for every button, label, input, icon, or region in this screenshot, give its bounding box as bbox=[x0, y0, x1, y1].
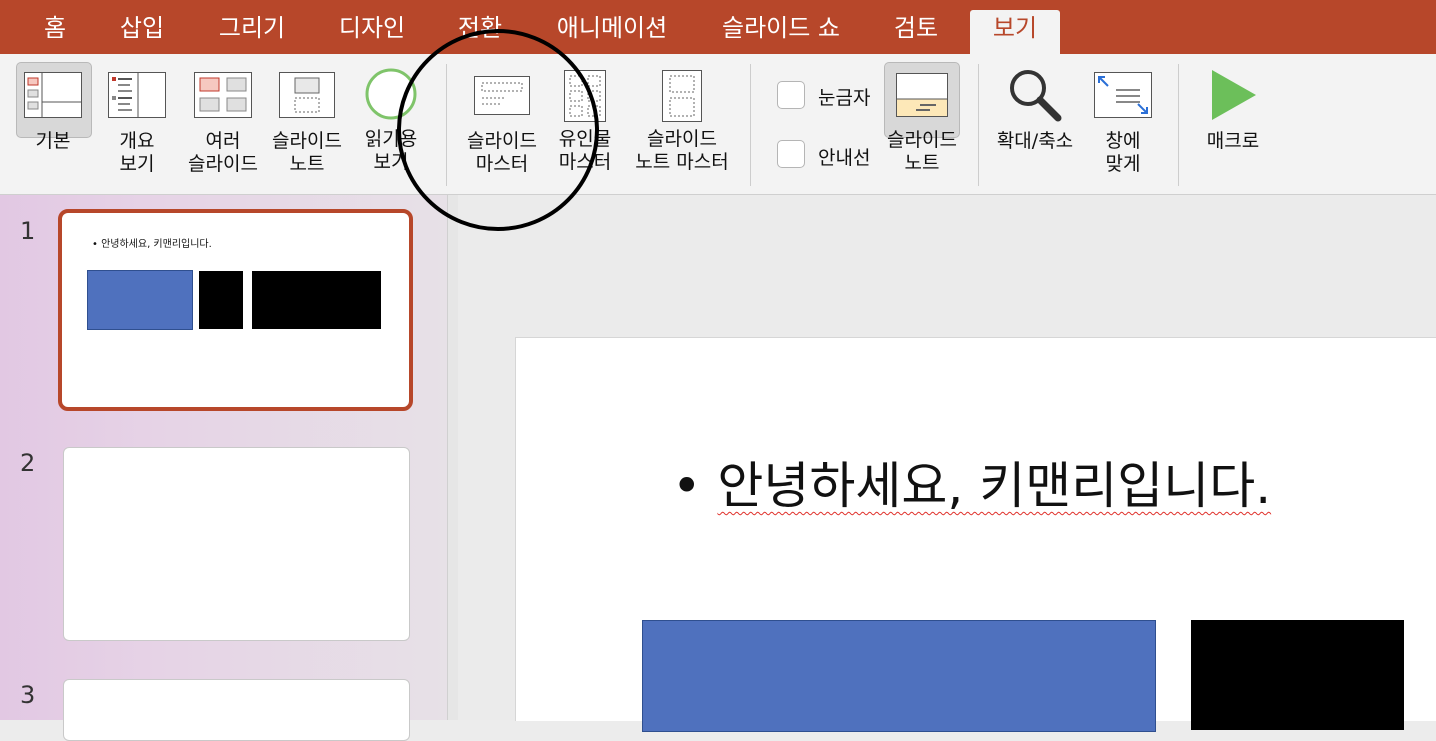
thumbnail-black-rectangle bbox=[252, 271, 381, 329]
tab-insert[interactable]: 삽입 bbox=[112, 10, 172, 54]
fit-to-window-icon bbox=[1094, 72, 1152, 118]
normal-view-label: 기본 bbox=[35, 130, 71, 152]
outline-view-button[interactable]: 개요 보기 bbox=[104, 62, 170, 176]
handout-master-button[interactable]: 유인물 마스터 bbox=[552, 62, 618, 174]
notes-page-button[interactable]: 슬라이드 노트 bbox=[268, 62, 346, 176]
play-icon bbox=[1208, 68, 1258, 122]
notes-master-label: 슬라이드 노트 마스터 bbox=[635, 128, 729, 173]
tab-animations[interactable]: 애니메이션 bbox=[550, 10, 674, 54]
slide-body-text: 안녕하세요, 키맨리입니다. bbox=[717, 457, 1272, 515]
ribbon-separator bbox=[978, 64, 979, 186]
slide-master-label: 슬라이드 마스터 bbox=[467, 130, 537, 175]
outline-view-icon bbox=[108, 72, 166, 118]
ribbon-tab-bar: 홈 삽입 그리기 디자인 전환 애니메이션 슬라이드 쇼 검토 보기 bbox=[0, 0, 1436, 54]
slide-master-icon bbox=[474, 72, 530, 118]
tab-review[interactable]: 검토 bbox=[886, 10, 946, 54]
black-rectangle[interactable] bbox=[1191, 620, 1404, 730]
ruler-checkbox[interactable] bbox=[777, 81, 805, 109]
thumbnail-text: • 안녕하세요, 키맨리입니다. bbox=[92, 239, 212, 250]
reading-view-icon bbox=[365, 68, 417, 120]
bullet: • bbox=[672, 457, 702, 515]
reading-view-button[interactable]: 읽기용 보기 bbox=[358, 62, 424, 174]
blue-rectangle[interactable] bbox=[642, 620, 1156, 732]
slide-number: 1 bbox=[20, 217, 36, 245]
slide-thumbnail-3[interactable] bbox=[63, 679, 410, 741]
slide-thumbnail-1[interactable]: • 안녕하세요, 키맨리입니다. bbox=[58, 209, 413, 411]
slide-text-placeholder[interactable]: • 안녕하세요, 키맨리입니다. bbox=[672, 446, 1271, 518]
normal-view-icon bbox=[24, 72, 82, 118]
slide-sorter-button[interactable]: 여러 슬라이드 bbox=[184, 62, 262, 176]
slide-sorter-icon bbox=[194, 72, 252, 118]
thumbnail-black-rectangle bbox=[199, 271, 243, 329]
guides-label: 안내선 bbox=[818, 147, 871, 169]
ribbon-separator bbox=[1178, 64, 1179, 186]
zoom-button[interactable]: 확대/축소 bbox=[992, 62, 1078, 153]
ruler-label: 눈금자 bbox=[818, 87, 871, 109]
current-slide[interactable]: • 안녕하세요, 키맨리입니다. bbox=[515, 337, 1436, 732]
notes-label: 슬라이드 노트 bbox=[887, 129, 957, 174]
slide-number: 3 bbox=[20, 681, 36, 709]
slide-sorter-label: 여러 슬라이드 bbox=[188, 130, 258, 175]
outline-view-label: 개요 보기 bbox=[119, 130, 155, 175]
guides-checkbox[interactable] bbox=[777, 140, 805, 168]
normal-view-button[interactable]: 기본 bbox=[14, 62, 92, 153]
macros-button[interactable]: 매크로 bbox=[1196, 62, 1270, 153]
tab-design[interactable]: 디자인 bbox=[334, 10, 410, 54]
notes-page-icon bbox=[279, 72, 335, 118]
fit-to-window-button[interactable]: 창에 맞게 bbox=[1092, 62, 1154, 176]
tab-view[interactable]: 보기 bbox=[970, 10, 1060, 54]
notes-master-icon bbox=[662, 70, 702, 122]
tab-home[interactable]: 홈 bbox=[40, 10, 70, 54]
tab-slide-show[interactable]: 슬라이드 쇼 bbox=[716, 10, 846, 54]
zoom-label: 확대/축소 bbox=[996, 130, 1074, 152]
macros-label: 매크로 bbox=[1206, 130, 1260, 152]
notes-icon bbox=[896, 73, 948, 117]
slide-master-button[interactable]: 슬라이드 마스터 bbox=[462, 62, 542, 176]
thumbnail-blue-rectangle bbox=[87, 270, 193, 330]
slide-thumbnail-panel: 1 • 안녕하세요, 키맨리입니다. 2 3 bbox=[0, 195, 447, 741]
slide-number: 2 bbox=[20, 449, 36, 477]
handout-master-label: 유인물 마스터 bbox=[558, 128, 612, 173]
tab-transitions[interactable]: 전환 bbox=[452, 10, 508, 54]
ribbon-separator bbox=[750, 64, 751, 186]
tab-draw[interactable]: 그리기 bbox=[214, 10, 290, 54]
fit-to-window-label: 창에 맞게 bbox=[1105, 130, 1141, 175]
notes-master-button[interactable]: 슬라이드 노트 마스터 bbox=[632, 62, 732, 174]
notes-button[interactable]: 슬라이드 노트 bbox=[880, 62, 964, 175]
ribbon-separator bbox=[446, 64, 447, 186]
view-ribbon: 기본 개요 보기 여러 슬라이드 슬라이드 노트 읽기용 보기 슬라이드 마스터… bbox=[0, 54, 1436, 195]
reading-view-label: 읽기용 보기 bbox=[364, 128, 418, 173]
notes-page-label: 슬라이드 노트 bbox=[272, 130, 342, 175]
magnifier-icon bbox=[1008, 68, 1062, 122]
handout-master-icon bbox=[564, 70, 606, 122]
slide-thumbnail-2[interactable] bbox=[63, 447, 410, 641]
